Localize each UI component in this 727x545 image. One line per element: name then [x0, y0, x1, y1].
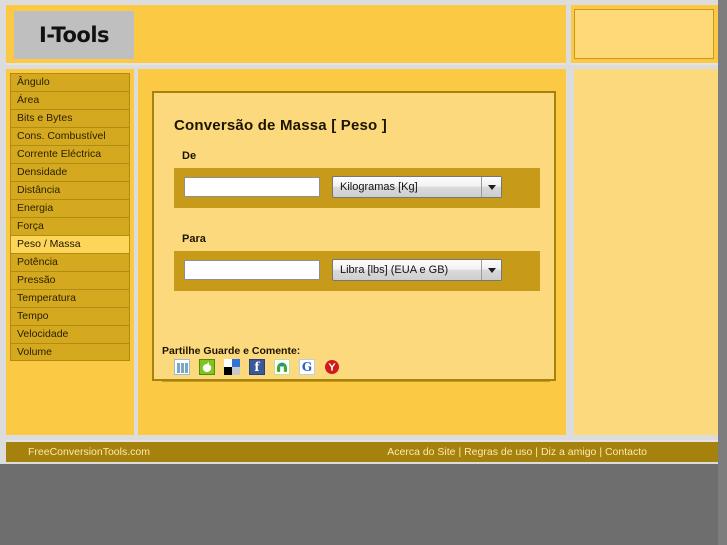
sidebar-item-15[interactable]: Volume	[10, 343, 130, 361]
footer-link-2[interactable]: Diz a amigo	[541, 446, 596, 458]
to-label: Para	[182, 233, 206, 245]
sidebar-item-label: Força	[17, 220, 44, 232]
footer-link-separator: |	[596, 446, 605, 458]
divider	[162, 381, 550, 382]
main-content: Conversão de Massa [ Peso ] De Kilograma…	[138, 69, 566, 435]
from-unit-select[interactable]: Kilogramas [Kg]	[332, 176, 502, 198]
sidebar-item-10[interactable]: Potência	[10, 253, 130, 271]
technorati-icon[interactable]	[199, 359, 215, 375]
sidebar-item-3[interactable]: Cons. Combustível	[10, 127, 130, 145]
sidebar-item-label: Potência	[17, 256, 58, 268]
sidebar-item-9[interactable]: Peso / Massa	[10, 235, 130, 253]
sidebar-item-label: Temperatura	[17, 292, 76, 304]
from-row: Kilogramas [Kg]	[174, 168, 540, 208]
sidebar-item-13[interactable]: Tempo	[10, 307, 130, 325]
screenshot-root: I-Tools Ângulo Área Bits e Bytes Cons. Comb…	[0, 0, 727, 545]
delicious-icon[interactable]	[224, 359, 240, 375]
to-row: Libra [lbs] (EUA e GB)	[174, 251, 540, 291]
sidebar-item-label: Cons. Combustível	[17, 130, 106, 142]
browser-viewport: I-Tools Ângulo Área Bits e Bytes Cons. Comb…	[0, 0, 718, 545]
sidebar-item-label: Velocidade	[17, 328, 69, 340]
sidebar-item-label: Volume	[17, 346, 53, 358]
footer-link-separator: |	[532, 446, 541, 458]
mixx-icon[interactable]	[174, 359, 190, 375]
from-unit-label: Kilogramas [Kg]	[340, 181, 418, 193]
sidebar-item-1[interactable]: Área	[10, 91, 130, 109]
sidebar-item-14[interactable]: Velocidade	[10, 325, 130, 343]
chevron-down-icon[interactable]	[481, 177, 501, 197]
to-unit-label: Libra [lbs] (EUA e GB)	[340, 264, 449, 276]
footer-site-name: FreeConversionTools.com	[28, 446, 150, 458]
to-value-input[interactable]	[184, 260, 320, 280]
category-sidebar: Ângulo Área Bits e Bytes Cons. Combustível C…	[6, 69, 134, 435]
from-label: De	[182, 150, 197, 162]
sidebar-item-label: Distância	[17, 184, 61, 196]
share-label: Partilhe Guarde e Comente:	[162, 345, 301, 357]
footer-link-0[interactable]: Acerca do Site	[387, 446, 455, 458]
footer-link-3[interactable]: Contacto	[605, 446, 647, 458]
share-icon-bar: fG	[174, 359, 340, 375]
yahoo-icon[interactable]	[324, 359, 340, 375]
page-title: Conversão de Massa [ Peso ]	[174, 117, 387, 135]
header-ad-placeholder	[574, 9, 714, 59]
logo-text: I-Tools	[38, 23, 110, 47]
footer-link-separator: |	[455, 446, 465, 458]
sidebar-ad-slot	[570, 69, 718, 435]
page-background-below	[0, 464, 718, 545]
google-icon[interactable]: G	[299, 359, 315, 375]
sidebar-item-7[interactable]: Energia	[10, 199, 130, 217]
sidebar-item-label: Energia	[17, 202, 54, 214]
footer-links: Acerca do Site | Regras de uso | Diz a a…	[387, 446, 647, 458]
sidebar-item-11[interactable]: Pressão	[10, 271, 130, 289]
sidebar-item-label: Densidade	[17, 166, 68, 178]
sidebar-item-12[interactable]: Temperatura	[10, 289, 130, 307]
stumbleupon-icon[interactable]	[274, 359, 290, 375]
sidebar-item-label: Área	[17, 94, 40, 106]
to-unit-select[interactable]: Libra [lbs] (EUA e GB)	[332, 259, 502, 281]
sidebar-item-6[interactable]: Distância	[10, 181, 130, 199]
vertical-scrollbar[interactable]	[718, 0, 727, 545]
facebook-icon[interactable]: f	[249, 359, 265, 375]
sidebar-item-8[interactable]: Força	[10, 217, 130, 235]
from-value-input[interactable]	[184, 177, 320, 197]
site-logo[interactable]: I-Tools	[14, 11, 134, 59]
sidebar-item-5[interactable]: Densidade	[10, 163, 130, 181]
sidebar-item-label: Tempo	[17, 310, 49, 322]
footer-link-1[interactable]: Regras de uso	[464, 446, 532, 458]
sidebar-item-2[interactable]: Bits e Bytes	[10, 109, 130, 127]
sidebar-item-0[interactable]: Ângulo	[10, 73, 130, 91]
site-footer: FreeConversionTools.com Acerca do Site |…	[6, 440, 718, 462]
sidebar-item-label: Peso / Massa	[17, 238, 81, 250]
site-header: I-Tools	[6, 5, 566, 65]
header-ad-slot	[571, 5, 718, 65]
sidebar-item-4[interactable]: Corrente Eléctrica	[10, 145, 130, 163]
sidebar-item-label: Pressão	[17, 274, 56, 286]
sidebar-item-label: Ângulo	[17, 76, 50, 88]
chevron-down-icon[interactable]	[481, 260, 501, 280]
sidebar-item-label: Bits e Bytes	[17, 112, 73, 124]
converter-panel: Conversão de Massa [ Peso ] De Kilograma…	[152, 91, 556, 382]
sidebar-item-label: Corrente Eléctrica	[17, 148, 102, 160]
